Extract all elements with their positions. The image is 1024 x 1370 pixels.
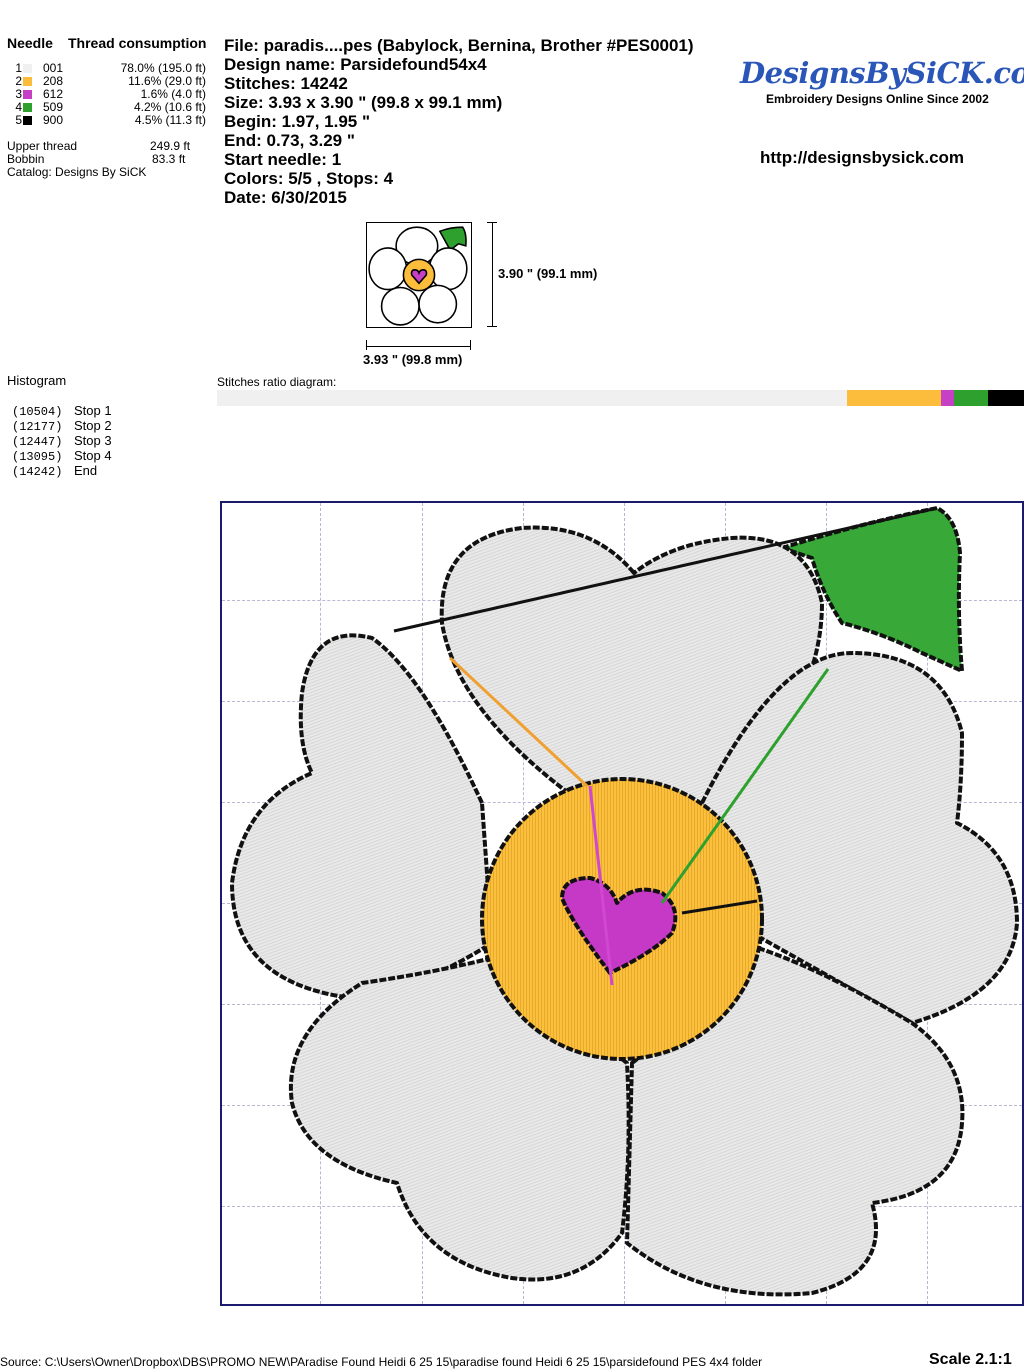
histogram-label: Stop 4 bbox=[74, 448, 112, 463]
petal-left bbox=[230, 633, 494, 1000]
source-path: Source: C:\Users\Owner\Dropbox\DBS\PROMO… bbox=[0, 1355, 763, 1369]
stitch-count: Stitches: 14242 bbox=[224, 74, 348, 93]
bobbin-value: 83.3 ft bbox=[152, 152, 186, 166]
design-date: Date: 6/30/2015 bbox=[224, 188, 347, 207]
height-dimension-tick-top bbox=[487, 222, 497, 223]
file-info: File: paradis....pes (Babylock, Bernina,… bbox=[224, 36, 694, 55]
start-needle: Start needle: 1 bbox=[224, 150, 342, 169]
thumbnail-width-label: 3.93 " (99.8 mm) bbox=[363, 352, 463, 367]
width-dimension-tick-left bbox=[366, 340, 367, 350]
design-size: Size: 3.93 x 3.90 " (99.8 x 99.1 mm) bbox=[224, 93, 503, 112]
brand-url[interactable]: http://designsbysick.com bbox=[760, 148, 964, 168]
thread-usage: 4.5% (11.3 ft) bbox=[134, 113, 206, 127]
design-preview bbox=[220, 501, 1024, 1306]
color-swatch bbox=[23, 64, 32, 73]
brand-logo: DesignsBySiCK.com bbox=[740, 56, 1024, 90]
histogram-label: Stop 3 bbox=[74, 433, 112, 448]
histogram-label: Stop 2 bbox=[74, 418, 112, 433]
begin-coords: Begin: 1.97, 1.95 " bbox=[224, 112, 371, 131]
needle-header: Needle bbox=[7, 35, 53, 51]
needle-row: 5 900 4.5% (11.3 ft) bbox=[7, 114, 212, 127]
width-dimension-line bbox=[366, 346, 470, 347]
brand-tagline: Embroidery Designs Online Since 2002 bbox=[766, 92, 989, 106]
width-dimension-tick-right bbox=[470, 340, 471, 350]
needle-number: 5 bbox=[15, 113, 22, 127]
stitches-ratio-bar bbox=[217, 390, 1024, 406]
histogram-label: Stop 1 bbox=[74, 403, 112, 418]
thread-consumption-header: Thread consumption bbox=[68, 35, 207, 51]
stitches-ratio-label: Stitches ratio diagram: bbox=[217, 375, 337, 389]
histogram-title: Histogram bbox=[7, 373, 67, 388]
end-coords: End: 0.73, 3.29 " bbox=[224, 131, 355, 150]
catalog-label: Catalog: Designs By SiCK bbox=[7, 165, 147, 179]
height-dimension-tick-bottom bbox=[487, 326, 497, 327]
color-swatch bbox=[23, 90, 32, 99]
ratio-segment bbox=[940, 390, 954, 406]
ratio-segment bbox=[847, 390, 941, 406]
scale-label: Scale 2.1:1 bbox=[929, 1351, 1012, 1368]
design-name: Design name: Parsidefound54x4 bbox=[224, 55, 487, 74]
histogram-label: End bbox=[74, 463, 98, 478]
flower-embroidery bbox=[230, 506, 1019, 1297]
color-swatch bbox=[23, 103, 32, 112]
ratio-segment bbox=[987, 390, 1024, 406]
colors-stops: Colors: 5/5 , Stops: 4 bbox=[224, 169, 394, 188]
histogram-count: (14242) bbox=[12, 465, 63, 479]
color-swatch bbox=[23, 116, 32, 125]
thread-code: 900 bbox=[43, 113, 64, 127]
histogram-row: (14242) End bbox=[12, 463, 97, 480]
color-swatch bbox=[23, 77, 32, 86]
design-thumbnail bbox=[366, 222, 472, 328]
ratio-segment bbox=[953, 390, 988, 406]
thumbnail-height-label: 3.90 " (99.1 mm) bbox=[498, 266, 598, 281]
height-dimension-line bbox=[492, 222, 493, 326]
ratio-segment bbox=[217, 390, 848, 406]
